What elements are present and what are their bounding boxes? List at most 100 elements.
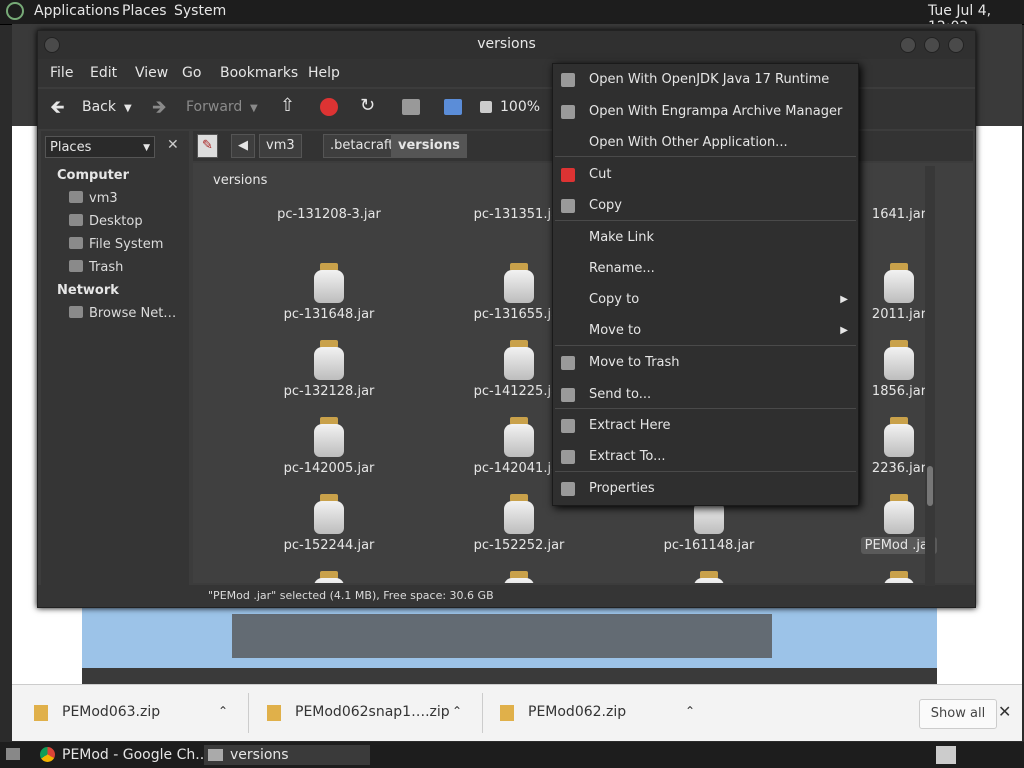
menu-item-extract-to[interactable]: Extract To... [553, 443, 858, 471]
show-desktop-icon[interactable] [6, 748, 20, 760]
menu-item-copy-to[interactable]: Copy to ▶ [553, 286, 858, 314]
file-label: pc-142041.jar [473, 461, 565, 476]
back-button[interactable]: Back [82, 99, 116, 115]
menu-help[interactable]: Help [308, 65, 340, 81]
sidebar-item-filesystem[interactable]: File System [69, 237, 163, 252]
menu-item-label: Copy to [589, 292, 640, 307]
menu-view[interactable]: View [135, 65, 168, 81]
places-selector[interactable]: Places ▼ [45, 136, 155, 158]
workspace-switcher[interactable] [936, 746, 956, 764]
menu-file[interactable]: File [50, 65, 73, 81]
menu-item-rename[interactable]: Rename... [553, 255, 858, 283]
menu-item-cut[interactable]: Cut [553, 161, 858, 189]
mate-logo-icon[interactable] [6, 2, 24, 20]
sidebar-item-vm3[interactable]: vm3 [69, 191, 118, 206]
menu-item-label: Move to Trash [589, 355, 680, 370]
maximize-button[interactable] [924, 37, 940, 53]
menu-item-open-with-other[interactable]: Open With Other Application... [553, 129, 858, 157]
close-icon[interactable]: ✕ [998, 702, 1011, 721]
up-icon[interactable]: ⇧ [280, 95, 295, 116]
close-button[interactable] [948, 37, 964, 53]
menu-item-label: Open With Engrampa Archive Manager [589, 104, 843, 119]
task-versions-label: versions [230, 747, 289, 763]
sidebar-item-browse-network[interactable]: Browse Net… [69, 306, 176, 321]
chevron-down-icon: ▼ [143, 143, 150, 153]
jar-file-icon [314, 494, 344, 534]
sidebar-item-trash[interactable]: Trash [69, 260, 123, 275]
divider [482, 693, 483, 733]
menu-go[interactable]: Go [182, 65, 201, 81]
back-dropdown-icon[interactable]: ▼ [124, 103, 132, 114]
menu-item-move-to[interactable]: Move to ▶ [553, 317, 858, 345]
menu-item-open-with-engrampa[interactable]: Open With Engrampa Archive Manager [553, 98, 858, 126]
path-back-icon[interactable]: ◀ [231, 134, 255, 158]
chevron-up-icon[interactable]: ⌃ [685, 704, 695, 718]
download-item-3[interactable]: PEMod062.zip [528, 704, 626, 720]
zip-file-icon [34, 705, 48, 721]
edit-location-icon[interactable]: ✎ [197, 134, 218, 158]
show-all-button[interactable]: Show all [919, 699, 997, 729]
chevron-up-icon[interactable]: ⌃ [218, 704, 228, 718]
forward-dropdown-icon[interactable]: ▼ [250, 103, 258, 114]
reload-icon[interactable]: ↻ [360, 95, 375, 116]
places-menu[interactable]: Places [122, 3, 167, 19]
home-folder-icon [69, 191, 83, 203]
file-item[interactable]: pc-132128.jar [249, 340, 409, 399]
file-label: 2011.jar [871, 307, 927, 322]
zoom-out-icon[interactable] [480, 101, 492, 113]
crumb-versions[interactable]: versions [391, 134, 467, 158]
view-header: versions [213, 173, 268, 188]
crumb-betacraft[interactable]: .betacraft [323, 134, 401, 158]
applications-menu[interactable]: Applications [34, 3, 120, 19]
crumb-vm3[interactable]: vm3 [259, 134, 302, 158]
jar-file-icon [314, 417, 344, 457]
file-label: pc-131655.jar [473, 307, 565, 322]
chevron-up-icon[interactable]: ⌃ [452, 704, 462, 718]
menu-item-send-to[interactable]: Send to... [553, 381, 858, 409]
jar-file-icon [884, 417, 914, 457]
back-arrow-icon[interactable]: 🡸 [50, 95, 65, 125]
menu-separator [555, 220, 856, 221]
jar-file-icon [314, 571, 344, 583]
window-menu-button[interactable] [44, 37, 60, 53]
menu-edit[interactable]: Edit [90, 65, 117, 81]
window-titlebar[interactable]: versions [38, 31, 975, 59]
file-item[interactable]: pc-131208-3.jar [249, 207, 409, 222]
system-menu[interactable]: System [174, 3, 226, 19]
menu-item-extract-here[interactable]: Extract Here [553, 412, 858, 440]
menu-separator [555, 408, 856, 409]
minimize-button[interactable] [900, 37, 916, 53]
menu-item-label: Send to... [589, 387, 652, 402]
download-item-1[interactable]: PEMod063.zip [62, 704, 160, 720]
forward-button[interactable]: Forward [186, 99, 242, 115]
vertical-scrollbar[interactable] [925, 166, 935, 586]
menu-item-properties[interactable]: Properties [553, 475, 858, 503]
status-text: "PEMod .jar" selected (4.1 MB), Free spa… [208, 589, 494, 602]
jar-file-icon [314, 263, 344, 303]
close-sidebar-icon[interactable]: ✕ [167, 137, 179, 153]
file-item[interactable]: pc-131648.jar [249, 263, 409, 322]
crumb-versions-label: versions [398, 138, 460, 153]
stop-icon[interactable] [320, 98, 338, 116]
sidebar-item-desktop[interactable]: Desktop [69, 214, 143, 229]
menu-item-move-to-trash[interactable]: Move to Trash [553, 349, 858, 377]
download-item-2[interactable]: PEMod062snap1….zip [295, 704, 450, 720]
computer-icon[interactable] [444, 99, 462, 115]
file-item[interactable]: pc-142005.jar [249, 417, 409, 476]
properties-icon [561, 482, 575, 496]
menu-bookmarks[interactable]: Bookmarks [220, 65, 298, 81]
task-chrome[interactable]: PEMod - Google Ch... [36, 745, 222, 765]
scrollbar-thumb[interactable] [927, 466, 933, 506]
jar-file-icon [504, 340, 534, 380]
menu-item-label: Cut [589, 167, 612, 182]
menu-item-copy[interactable]: Copy [553, 192, 858, 220]
forward-arrow-icon[interactable]: 🡺 [152, 95, 167, 125]
file-label: pc-141225.jar [473, 384, 565, 399]
menu-item-label: Extract Here [589, 418, 671, 433]
task-versions[interactable]: versions [204, 745, 370, 765]
sidebar: Places ▼ ✕ Computer vm3 Desktop File Sys… [41, 131, 189, 607]
home-icon[interactable] [402, 99, 420, 115]
file-item[interactable]: pc-152244.jar [249, 494, 409, 553]
menu-item-open-with-java[interactable]: Open With OpenJDK Java 17 Runtime [553, 66, 858, 94]
menu-item-make-link[interactable]: Make Link [553, 224, 858, 252]
